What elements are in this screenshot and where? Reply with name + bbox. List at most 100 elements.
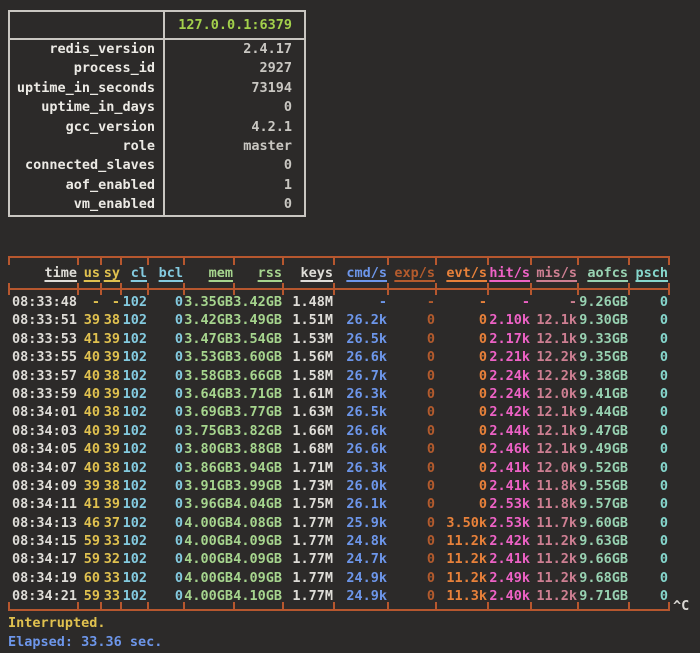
terminal-screen[interactable]: 127.0.0.1:6379 redis_version2.4.17proces… [0, 0, 700, 653]
cell-time: 08:34:07 [8, 459, 77, 477]
cell-us: 40 [77, 403, 100, 421]
cell-rss: 4.09GB [233, 569, 282, 587]
cell-exp_s: 0 [387, 532, 435, 550]
stats-row: 08:33:48--10203.35GB3.42GB1.48M-----9.26… [8, 293, 668, 311]
cell-sy: 38 [100, 403, 120, 421]
column-tick [185, 256, 235, 265]
info-label: connected_slaves [10, 156, 165, 175]
cell-sy: 39 [100, 330, 120, 348]
cell-psch: 0 [628, 422, 668, 440]
info-label: gcc_version [10, 118, 165, 137]
cell-mis_s: 12.1k [530, 330, 577, 348]
column-tick [79, 283, 102, 295]
column-tick [235, 256, 284, 265]
column-tick [489, 602, 532, 611]
cell-hit_s: 2.49k [487, 569, 530, 587]
cell-keys: 1.77M [282, 569, 333, 587]
cell-exp_s: 0 [387, 311, 435, 329]
cell-mem: 4.00GB [183, 514, 233, 532]
cell-us: 40 [77, 459, 100, 477]
cell-evt_s: 0 [435, 495, 487, 513]
info-value: 0 [165, 156, 304, 175]
info-label: process_id [10, 59, 165, 78]
cell-keys: 1.56M [282, 348, 333, 366]
cell-exp_s: 0 [387, 422, 435, 440]
column-tick [284, 283, 335, 295]
info-row: connected_slaves0 [10, 156, 304, 175]
cell-rss: 3.88GB [233, 440, 282, 458]
stats-row: 08:34:11413910203.96GB4.04GB1.75M26.1k00… [8, 495, 668, 513]
ctrl-c-indicator: ^C [673, 598, 689, 614]
cell-rss: 3.99GB [233, 477, 282, 495]
cell-mem: 3.86GB [183, 459, 233, 477]
cell-us: 59 [77, 532, 100, 550]
cell-psch: 0 [628, 550, 668, 568]
cell-aofcs: 9.26GB [577, 293, 628, 311]
cell-cl: 102 [120, 367, 147, 385]
stats-row: 08:34:07403810203.86GB3.94GB1.71M26.3k00… [8, 459, 668, 477]
cell-mem: 4.00GB [183, 550, 233, 568]
cell-time: 08:33:59 [8, 385, 77, 403]
column-tick [335, 256, 389, 265]
cell-exp_s: 0 [387, 403, 435, 421]
cell-time: 08:34:13 [8, 514, 77, 532]
cell-mem: 3.64GB [183, 385, 233, 403]
cell-time: 08:34:19 [8, 569, 77, 587]
info-value: 2.4.17 [165, 40, 304, 59]
cell-hit_s: - [487, 293, 530, 311]
cell-rss: 4.08GB [233, 514, 282, 532]
cell-mem: 4.00GB [183, 569, 233, 587]
stats-row: 08:34:15593310204.00GB4.09GB1.77M24.8k01… [8, 532, 668, 550]
cell-rss: 3.94GB [233, 459, 282, 477]
cell-mem: 3.69GB [183, 403, 233, 421]
cell-us: 40 [77, 348, 100, 366]
column-tick [122, 283, 149, 295]
cell-us: 39 [77, 477, 100, 495]
cell-evt_s: 11.2k [435, 550, 487, 568]
cell-keys: 1.61M [282, 385, 333, 403]
cell-bcl: 0 [147, 422, 183, 440]
cell-sy: - [100, 293, 120, 311]
cell-aofcs: 9.47GB [577, 422, 628, 440]
cell-sy: 38 [100, 477, 120, 495]
info-table-body: redis_version2.4.17process_id2927uptime_… [10, 40, 304, 215]
cell-sy: 38 [100, 311, 120, 329]
cell-bcl: 0 [147, 348, 183, 366]
info-header-empty-cell [10, 12, 165, 38]
cell-mis_s: 11.2k [530, 569, 577, 587]
cell-aofcs: 9.57GB [577, 495, 628, 513]
column-tick [102, 602, 122, 611]
cell-keys: 1.51M [282, 311, 333, 329]
cell-aofcs: 9.68GB [577, 569, 628, 587]
cell-time: 08:34:15 [8, 532, 77, 550]
cell-aofcs: 9.63GB [577, 532, 628, 550]
cell-exp_s: 0 [387, 495, 435, 513]
cell-mis_s: 12.0k [530, 459, 577, 477]
info-value: master [165, 137, 304, 156]
cell-cmd_s: 26.0k [333, 477, 387, 495]
stats-row: 08:34:09393810203.91GB3.99GB1.73M26.0k00… [8, 477, 668, 495]
cell-rss: 4.09GB [233, 532, 282, 550]
cell-cl: 102 [120, 440, 147, 458]
cell-rss: 3.71GB [233, 385, 282, 403]
cell-us: 40 [77, 385, 100, 403]
cell-sy: 33 [100, 532, 120, 550]
cell-hit_s: 2.24k [487, 385, 530, 403]
info-label: uptime_in_days [10, 98, 165, 117]
info-row: vm_enabled0 [10, 195, 304, 214]
cell-cl: 102 [120, 495, 147, 513]
column-tick [79, 602, 102, 611]
column-tick [149, 283, 185, 295]
cell-hit_s: 2.46k [487, 440, 530, 458]
cell-hit_s: 2.41k [487, 459, 530, 477]
cell-bcl: 0 [147, 330, 183, 348]
cell-cmd_s: 26.3k [333, 385, 387, 403]
cell-time: 08:34:17 [8, 550, 77, 568]
cell-us: 41 [77, 330, 100, 348]
column-tick [489, 283, 532, 295]
cell-cmd_s: 26.3k [333, 459, 387, 477]
column-tick [149, 602, 185, 611]
cell-mis_s: 12.0k [530, 385, 577, 403]
cell-time: 08:34:05 [8, 440, 77, 458]
cell-hit_s: 2.41k [487, 477, 530, 495]
